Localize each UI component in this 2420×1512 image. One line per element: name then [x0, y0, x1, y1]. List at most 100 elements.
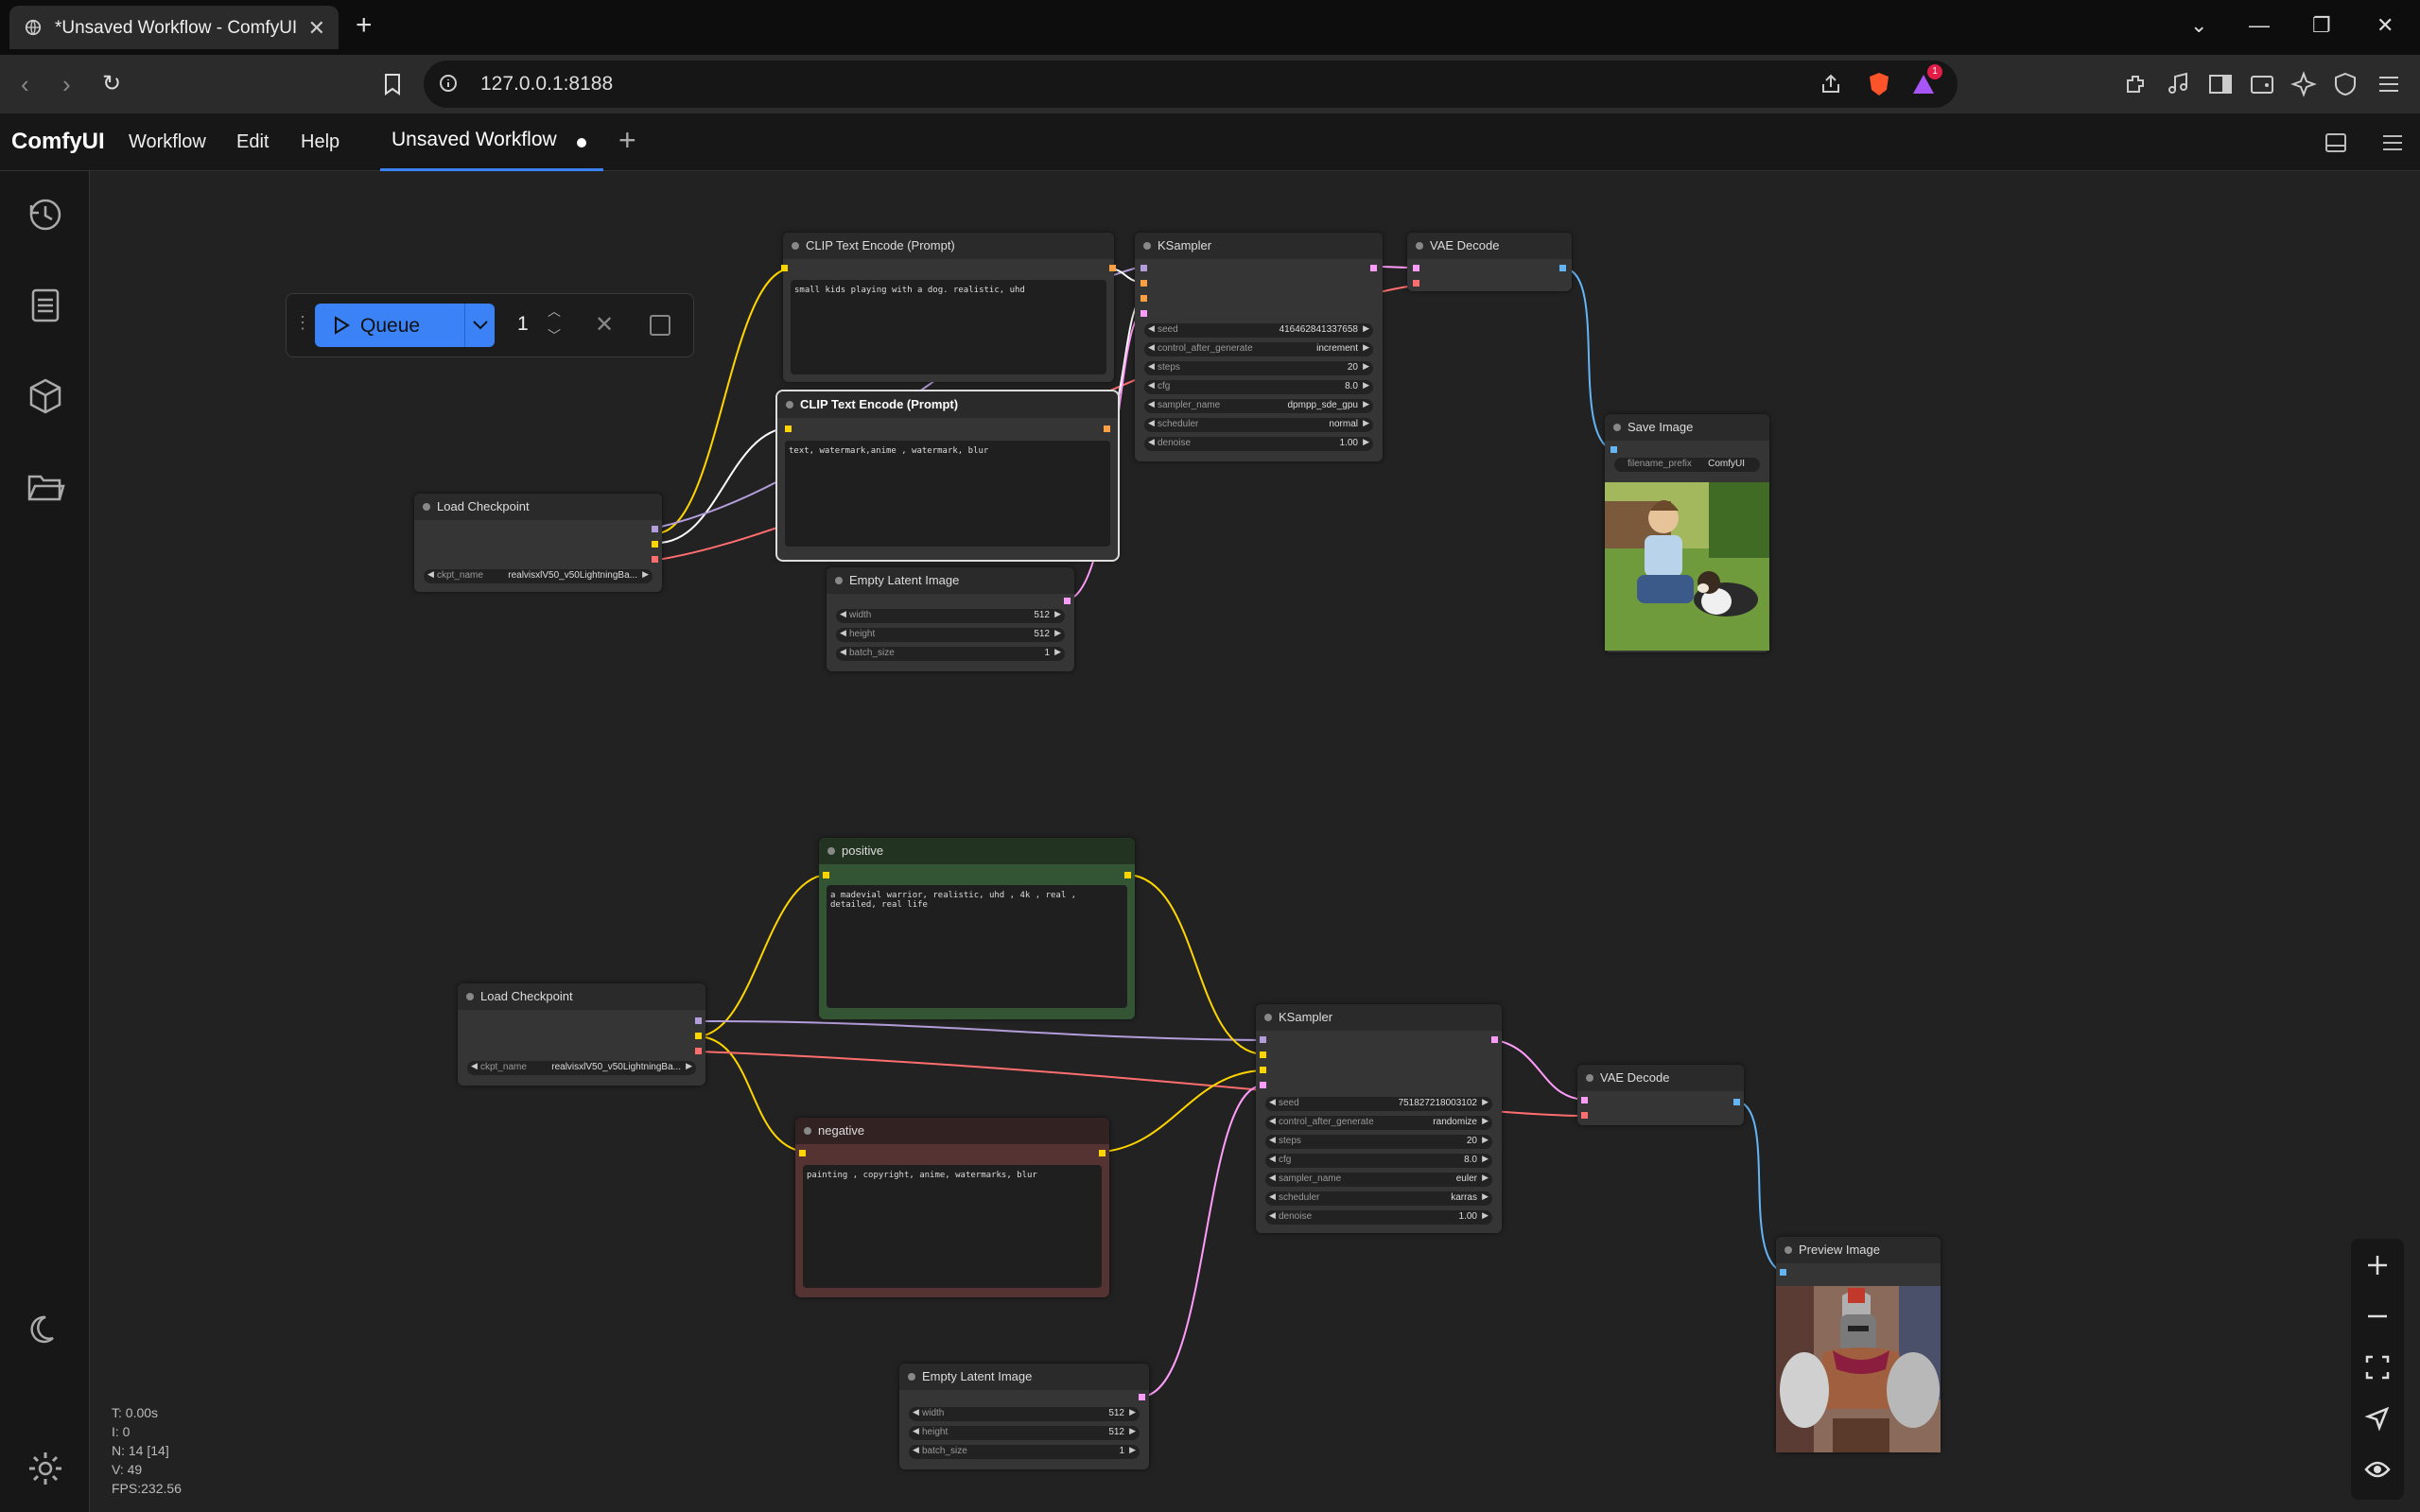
- theme-toggle-moon-icon[interactable]: [25, 1310, 66, 1351]
- node-collapse-dot[interactable]: [1416, 242, 1423, 250]
- vae-output-slot[interactable]: [695, 1048, 702, 1054]
- model-library-icon[interactable]: [25, 375, 66, 417]
- save-image-node[interactable]: Save Image filename_prefix ComfyUI: [1605, 414, 1769, 652]
- denoise-widget[interactable]: ◀ denoise 1.00 ▶: [1265, 1210, 1492, 1225]
- site-info-icon[interactable]: [439, 74, 458, 93]
- scheduler-widget[interactable]: ◀ scheduler karras ▶: [1265, 1191, 1492, 1206]
- width-widget[interactable]: ◀ width 512 ▶: [909, 1407, 1140, 1421]
- ckpt-name-widget[interactable]: ◀ ckpt_name realvisxlV50_v50LightningBa...…: [467, 1061, 696, 1075]
- address-bar[interactable]: 127.0.0.1:8188 1: [424, 61, 1958, 108]
- toggle-links-eye-icon[interactable]: [2364, 1456, 2391, 1483]
- preview-image-node[interactable]: Preview Image: [1776, 1237, 1941, 1452]
- conditioning-output-slot[interactable]: [1124, 872, 1131, 878]
- negative-input-slot[interactable]: [1260, 1067, 1266, 1073]
- new-tab-icon[interactable]: +: [356, 11, 373, 40]
- negative-prompt-node[interactable]: negative painting , copyright, anime, wa…: [795, 1118, 1109, 1297]
- empty-latent-image-node-bottom[interactable]: Empty Latent Image ◀ width 512 ▶ ◀ height 512…: [899, 1364, 1149, 1469]
- conditioning-output-slot[interactable]: [1109, 265, 1116, 271]
- clip-input-slot[interactable]: [823, 872, 829, 878]
- height-widget[interactable]: ◀ height 512 ▶: [909, 1426, 1140, 1440]
- queue-dropdown-icon[interactable]: [472, 318, 489, 333]
- filename-prefix-widget[interactable]: filename_prefix ComfyUI: [1614, 458, 1760, 472]
- wallet-icon[interactable]: [2249, 71, 2275, 97]
- menu-workflow[interactable]: Workflow: [129, 131, 206, 153]
- workflow-tab[interactable]: Unsaved Workflow: [380, 113, 603, 171]
- zoom-out-icon[interactable]: [2364, 1303, 2391, 1330]
- clip-output-slot[interactable]: [695, 1033, 702, 1039]
- generated-kids-dog-image[interactable]: [1605, 482, 1769, 651]
- new-workflow-icon[interactable]: +: [618, 125, 636, 155]
- image-output-slot[interactable]: [1733, 1099, 1740, 1105]
- batch-size-widget[interactable]: ◀ batch_size 1 ▶: [909, 1445, 1140, 1459]
- prompt-textarea[interactable]: text, watermark,anime , watermark, blur: [785, 441, 1110, 547]
- scheduler-widget[interactable]: ◀ scheduler normal ▶: [1144, 418, 1373, 432]
- height-widget[interactable]: ◀ height 512 ▶: [836, 628, 1065, 642]
- node-collapse-dot[interactable]: [792, 242, 799, 250]
- queue-history-icon[interactable]: [25, 194, 66, 235]
- node-collapse-dot[interactable]: [1785, 1246, 1792, 1254]
- vae-output-slot[interactable]: [652, 556, 658, 563]
- seed-widget[interactable]: ◀ seed 416462841337658 ▶: [1144, 323, 1373, 338]
- node-collapse-dot[interactable]: [1264, 1014, 1272, 1021]
- node-collapse-dot[interactable]: [466, 993, 474, 1000]
- clip-input-slot[interactable]: [785, 426, 792, 432]
- drag-handle-icon[interactable]: ⋮: [294, 313, 311, 333]
- sidebar-toggle-icon[interactable]: [2207, 71, 2234, 97]
- clip-text-encode-positive-node[interactable]: CLIP Text Encode (Prompt) small kids pla…: [781, 233, 1116, 382]
- images-input-slot[interactable]: [1610, 446, 1617, 453]
- latent-input-slot[interactable]: [1260, 1082, 1266, 1088]
- positive-input-slot[interactable]: [1140, 280, 1147, 287]
- node-collapse-dot[interactable]: [908, 1373, 915, 1381]
- ksampler-node-bottom[interactable]: KSampler ◀ seed 751827218003102 ▶ ◀ control_…: [1256, 1004, 1502, 1233]
- cancel-queue-icon[interactable]: ✕: [595, 311, 614, 339]
- latent-output-slot[interactable]: [1064, 598, 1071, 604]
- sampler-name-widget[interactable]: ◀ sampler_name euler ▶: [1265, 1173, 1492, 1187]
- decrement-icon[interactable]: ﹀: [548, 326, 561, 345]
- menu-edit[interactable]: Edit: [236, 131, 269, 153]
- toggle-bottom-panel-icon[interactable]: [2324, 131, 2347, 154]
- prompt-textarea[interactable]: small kids playing with a dog. realistic…: [791, 280, 1106, 374]
- minimize-icon[interactable]: —: [2249, 13, 2270, 38]
- control-after-generate-widget[interactable]: ◀ control_after_generate randomize ▶: [1265, 1116, 1492, 1130]
- clip-input-slot[interactable]: [781, 265, 788, 271]
- node-collapse-dot[interactable]: [1586, 1074, 1593, 1082]
- fit-view-icon[interactable]: [2364, 1354, 2391, 1381]
- conditioning-output-slot[interactable]: [1099, 1150, 1106, 1156]
- node-collapse-dot[interactable]: [423, 503, 430, 511]
- node-collapse-dot[interactable]: [1613, 424, 1621, 431]
- model-input-slot[interactable]: [1260, 1036, 1266, 1043]
- settings-gear-icon[interactable]: [25, 1448, 66, 1489]
- node-library-icon[interactable]: [25, 285, 66, 326]
- increment-icon[interactable]: ︿: [548, 302, 561, 321]
- menu-help[interactable]: Help: [301, 131, 339, 153]
- clip-text-encode-negative-node[interactable]: CLIP Text Encode (Prompt) text, watermar…: [775, 390, 1120, 562]
- window-close-icon[interactable]: ✕: [2376, 13, 2394, 38]
- restore-icon[interactable]: ❐: [2312, 13, 2331, 38]
- ckpt-name-widget[interactable]: ◀ ckpt_name realvisxlV50_v50LightningBa...…: [424, 569, 653, 583]
- samples-input-slot[interactable]: [1581, 1097, 1588, 1104]
- workflows-folder-icon[interactable]: [25, 466, 66, 508]
- queue-button[interactable]: Queue: [315, 304, 495, 347]
- generated-warrior-image[interactable]: [1776, 1286, 1941, 1452]
- steps-widget[interactable]: ◀ steps 20 ▶: [1144, 361, 1373, 375]
- zoom-in-icon[interactable]: [2364, 1252, 2391, 1278]
- steps-widget[interactable]: ◀ steps 20 ▶: [1265, 1135, 1492, 1149]
- node-collapse-dot[interactable]: [1143, 242, 1151, 250]
- vpn-icon[interactable]: [2332, 71, 2359, 97]
- browser-menu-icon[interactable]: [2376, 71, 2402, 97]
- tab-search-icon[interactable]: ⌄: [2190, 13, 2207, 38]
- empty-latent-image-node-top[interactable]: Empty Latent Image ◀ width 512 ▶ ◀ height 512…: [827, 567, 1074, 671]
- vae-input-slot[interactable]: [1581, 1112, 1588, 1119]
- bookmark-icon[interactable]: [382, 73, 403, 96]
- brave-shields-icon[interactable]: [1867, 71, 1891, 97]
- width-widget[interactable]: ◀ width 512 ▶: [836, 609, 1065, 623]
- clip-input-slot[interactable]: [799, 1150, 806, 1156]
- latent-output-slot[interactable]: [1491, 1036, 1498, 1043]
- back-icon[interactable]: ‹: [21, 70, 29, 99]
- denoise-widget[interactable]: ◀ denoise 1.00 ▶: [1144, 437, 1373, 451]
- clip-output-slot[interactable]: [652, 541, 658, 547]
- positive-prompt-node[interactable]: positive a madevial warrior, realistic, …: [819, 838, 1135, 1019]
- negative-input-slot[interactable]: [1140, 295, 1147, 302]
- load-checkpoint-node-bottom[interactable]: Load Checkpoint ◀ ckpt_name realvisxlV50_v…: [458, 983, 705, 1086]
- seed-widget[interactable]: ◀ seed 751827218003102 ▶: [1265, 1097, 1492, 1111]
